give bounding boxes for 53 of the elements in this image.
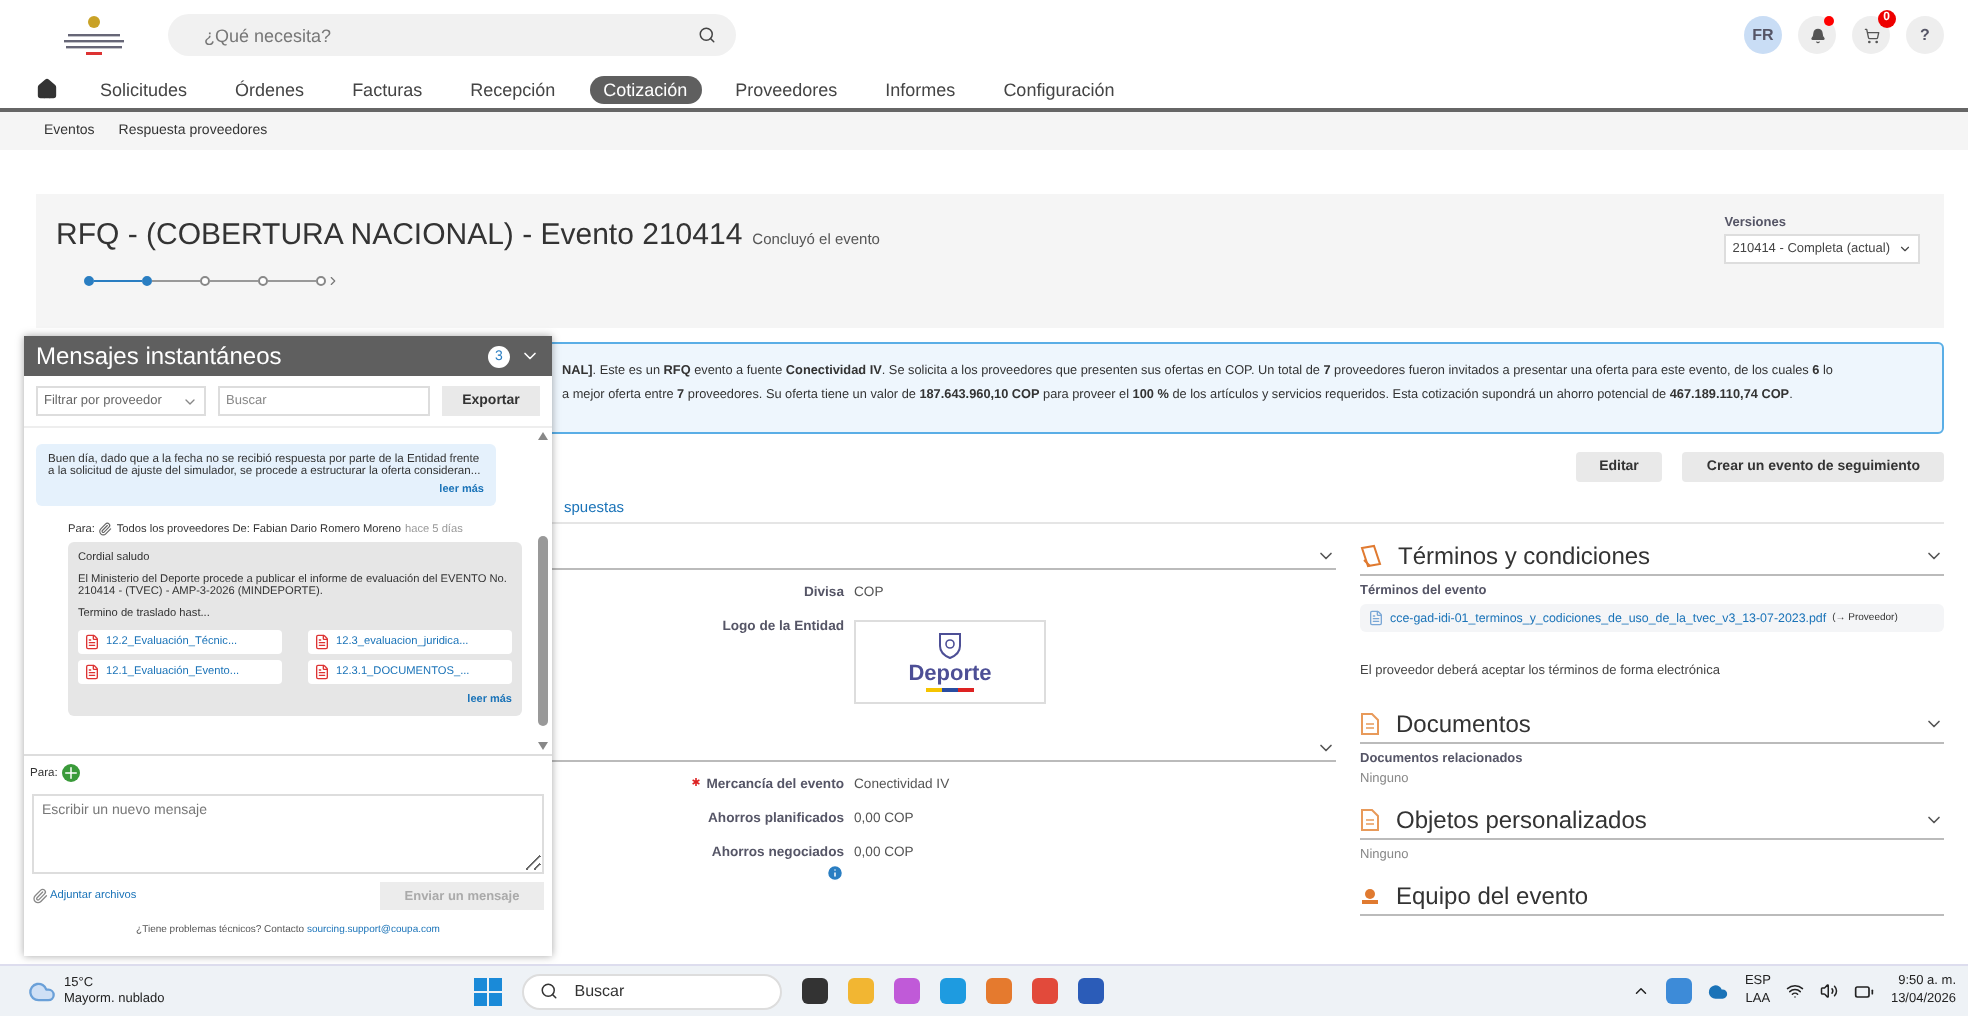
chevron-down-icon — [1898, 242, 1912, 256]
scrollbar[interactable] — [534, 428, 552, 754]
home-icon[interactable] — [36, 78, 58, 100]
nav-tab[interactable]: Recepción — [456, 75, 570, 103]
chevron-up-icon[interactable] — [1632, 982, 1651, 1000]
add-recipient-icon[interactable] — [61, 764, 80, 782]
windows-logo-icon[interactable] — [474, 977, 503, 1005]
paperclip-icon — [32, 888, 48, 904]
chevron-right-icon — [326, 274, 340, 288]
pdf-icon — [314, 664, 330, 680]
paperclip-icon — [98, 522, 113, 536]
nav-tab[interactable]: Proveedores — [721, 75, 852, 103]
person-icon — [1360, 888, 1380, 904]
notifications-button[interactable] — [1798, 16, 1836, 54]
wifi-icon[interactable] — [1786, 982, 1805, 1000]
chat-title: Mensajes instantáneos — [36, 342, 282, 370]
file-icon — [1368, 610, 1384, 626]
nav-tab[interactable]: Facturas — [338, 75, 437, 103]
bell-icon — [1809, 27, 1825, 43]
document-icon — [1360, 808, 1380, 832]
nav-tab[interactable]: Solicitudes — [86, 75, 202, 103]
info-icon[interactable] — [826, 864, 844, 882]
help-button[interactable]: ? — [1906, 16, 1944, 54]
pdf-icon — [84, 664, 100, 680]
battery-icon[interactable] — [1854, 981, 1875, 1001]
shield-emblem-icon — [938, 632, 962, 660]
taskbar-search[interactable]: Buscar — [522, 973, 783, 1009]
document-icon — [1360, 712, 1380, 736]
pdf-icon — [84, 634, 100, 650]
user-avatar[interactable]: FR — [1744, 16, 1782, 54]
section-title: Equipo del evento — [1396, 882, 1591, 910]
nav-tab[interactable]: Informes — [871, 75, 970, 103]
document-pen-icon — [1360, 544, 1382, 568]
section-title: Objetos personalizados — [1396, 806, 1649, 834]
event-title: RFQ - (COBERTURA NACIONAL) - Evento 210414 — [56, 218, 743, 252]
tray-icon[interactable] — [1666, 978, 1693, 1004]
volume-icon[interactable] — [1820, 982, 1839, 1000]
nav-tab[interactable]: Cotización — [589, 75, 702, 103]
cart-icon — [1863, 27, 1879, 43]
logo-wordmark: Deporte — [908, 662, 992, 686]
cloud-icon[interactable] — [1708, 981, 1729, 1001]
section-title: Documentos — [1396, 710, 1533, 738]
pdf-icon — [314, 634, 330, 650]
search-icon — [540, 982, 559, 1000]
agency-logo — [60, 13, 128, 57]
search-field[interactable]: ¿Qué necesita? — [168, 14, 736, 56]
section-title: Términos y condiciones — [1398, 542, 1653, 570]
search-icon — [698, 26, 716, 44]
nav-tab[interactable]: Órdenes — [221, 75, 319, 103]
scroll-down-icon[interactable] — [538, 742, 548, 750]
nav-tab[interactable]: Configuración — [989, 75, 1129, 103]
app-icon[interactable] — [802, 978, 829, 1004]
stripe-mark — [926, 688, 974, 692]
